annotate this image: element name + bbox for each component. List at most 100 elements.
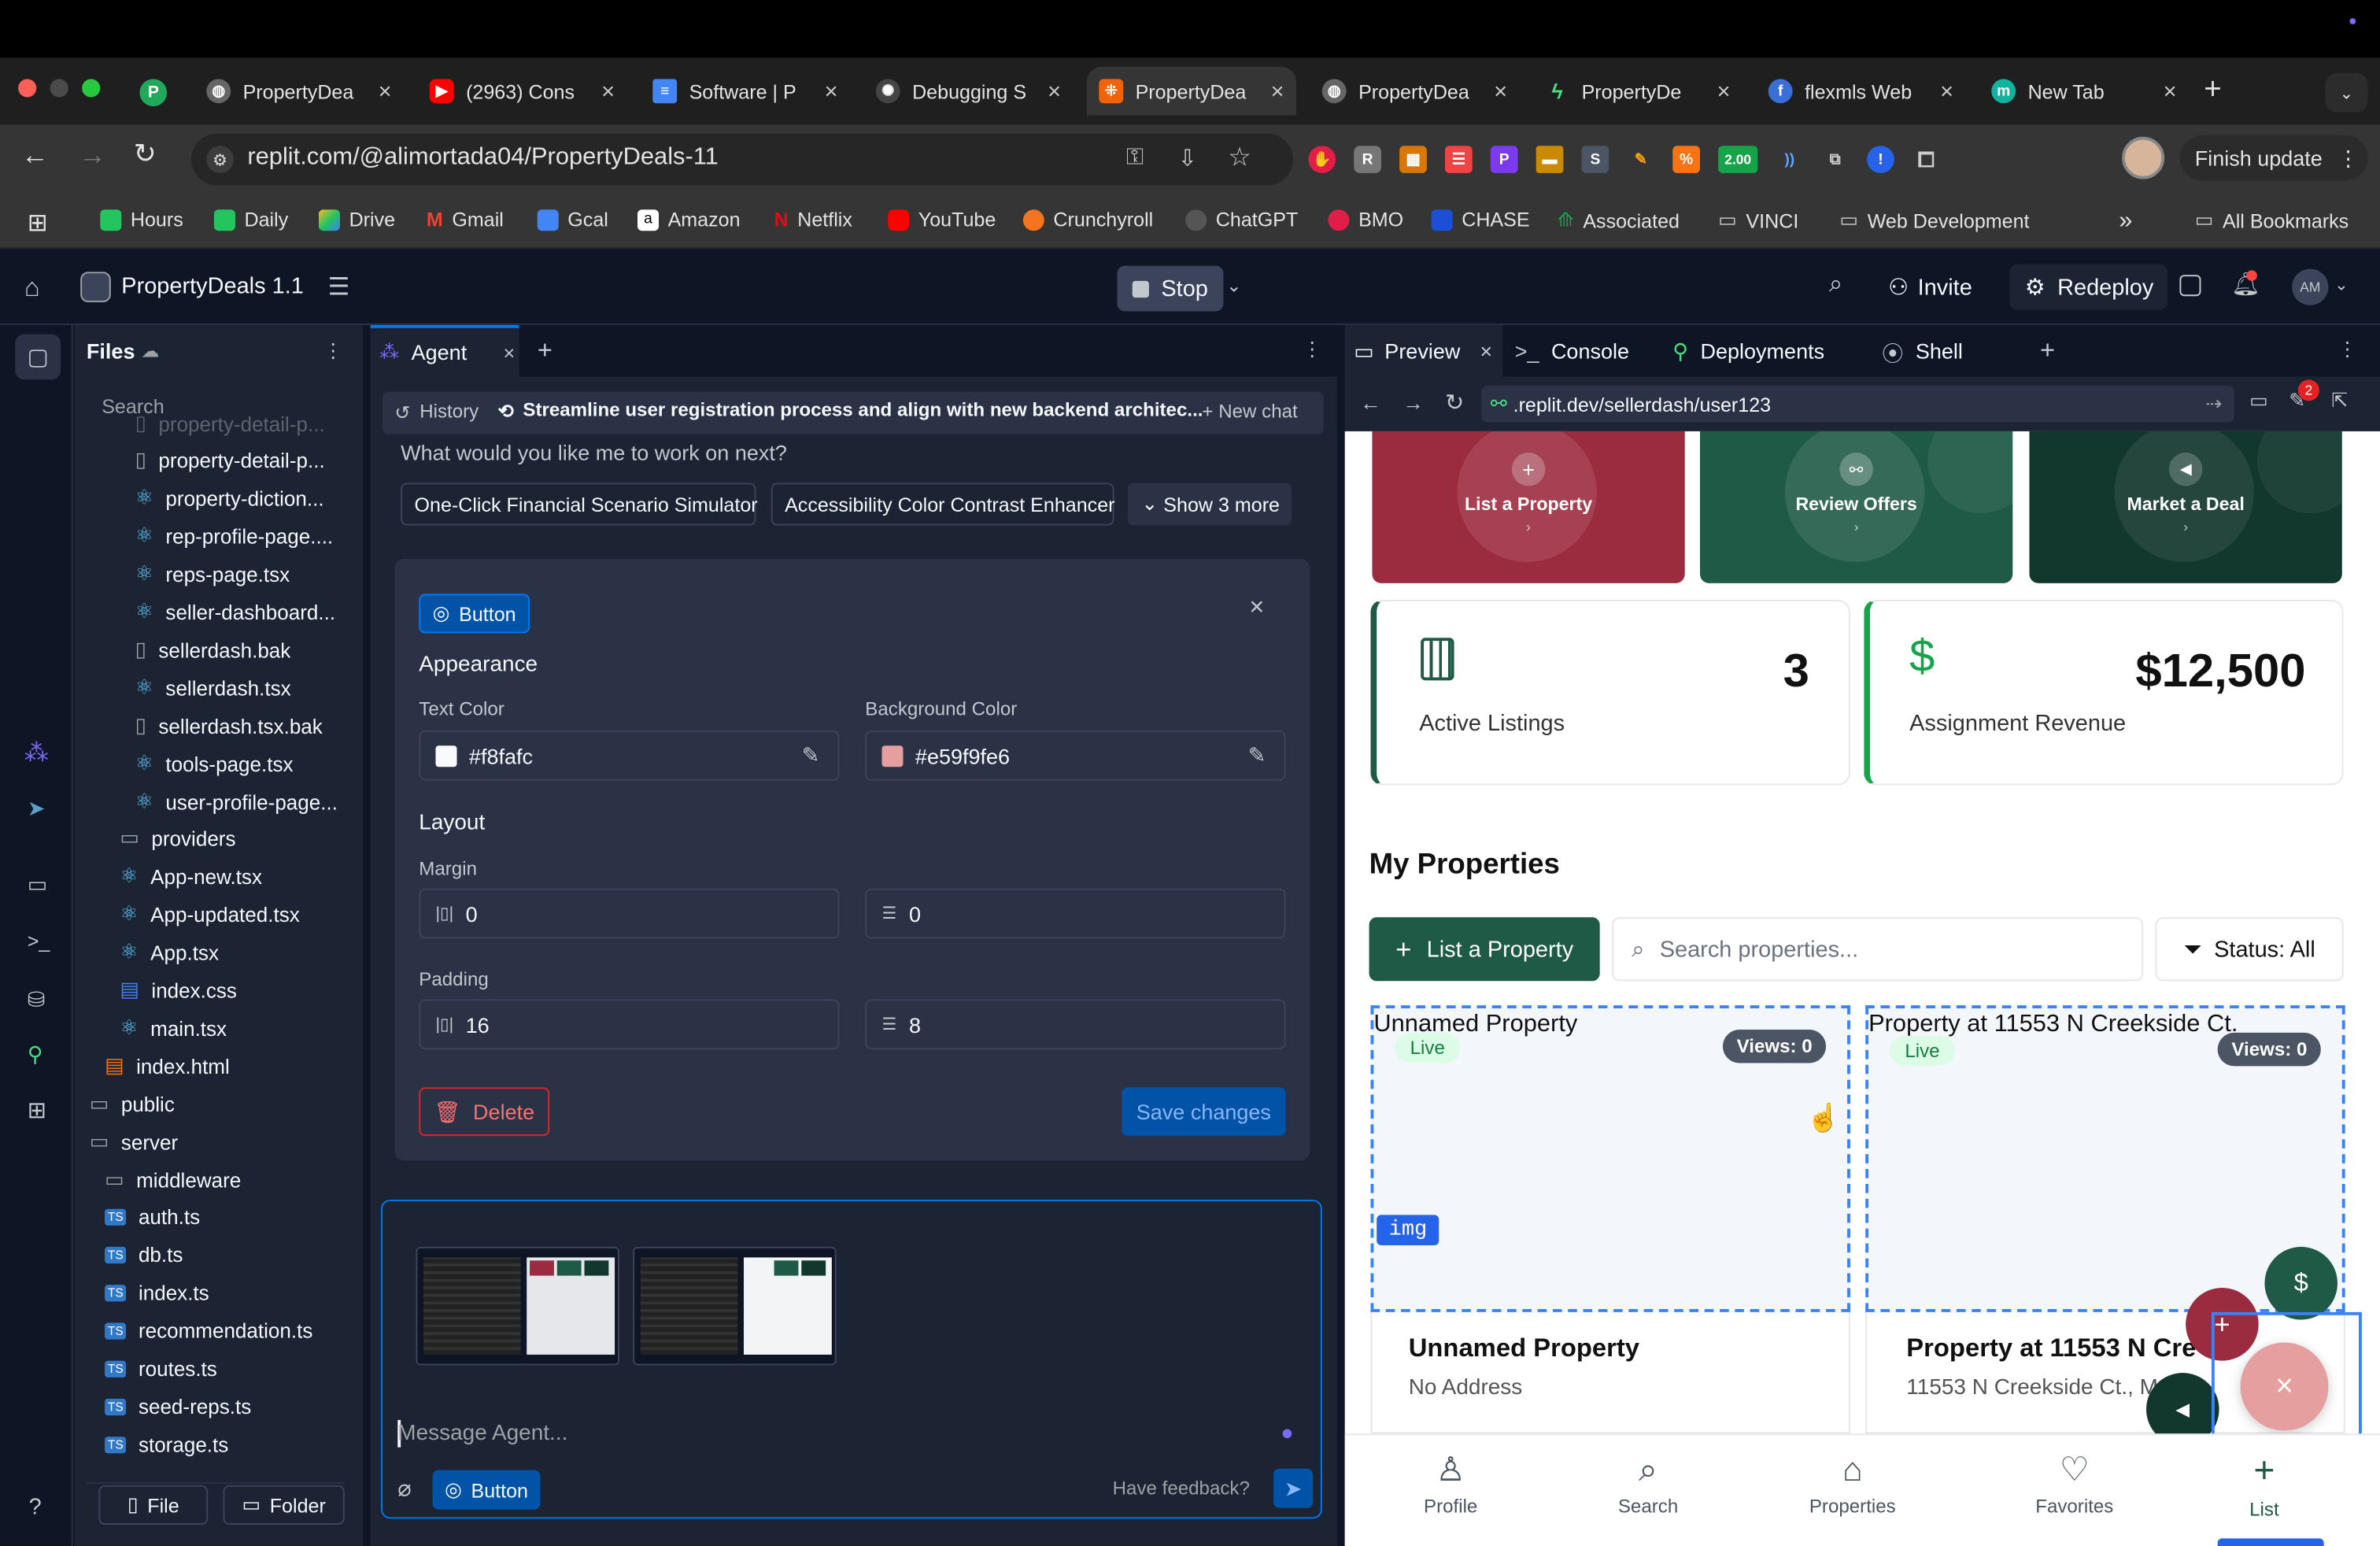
all-bookmarks[interactable]: ▭ All Bookmarks bbox=[2195, 208, 2349, 232]
forward-icon[interactable]: → bbox=[1402, 390, 1424, 415]
delete-button[interactable]: 🗑︎ Delete bbox=[419, 1087, 550, 1137]
devices-icon[interactable]: ▭ bbox=[2249, 389, 2268, 413]
extension-icon[interactable]: ☰ bbox=[1444, 146, 1473, 173]
file-item[interactable]: TS seed-reps.ts bbox=[105, 1396, 251, 1418]
tab-propertydeals-active[interactable]: ⁜ PropertyDea × bbox=[1086, 66, 1296, 116]
tab-console[interactable]: >_ Console bbox=[1515, 338, 1629, 363]
eyedropper-icon[interactable]: ✎ bbox=[1248, 742, 1266, 768]
folder-item[interactable]: ▭ public bbox=[90, 1092, 175, 1116]
tab-new-tab[interactable]: m New Tab × bbox=[1979, 67, 2189, 116]
extension-icon[interactable]: ▦ bbox=[1399, 146, 1427, 173]
close-tab-icon[interactable]: × bbox=[1717, 78, 1731, 104]
more-vertical-icon[interactable]: ⋮ bbox=[323, 338, 343, 363]
close-window-button[interactable] bbox=[18, 79, 37, 98]
site-info-icon[interactable]: ⚙ bbox=[206, 146, 234, 173]
bookmark-chatgpt[interactable]: ChatGPT bbox=[1185, 208, 1298, 231]
file-item[interactable]: TS recommendation.ts bbox=[105, 1320, 312, 1342]
bookmark-folder-webdev[interactable]: ▭ Web Development bbox=[1839, 208, 2029, 232]
file-item[interactable]: ⚛ main.tsx bbox=[120, 1016, 227, 1041]
folder-item[interactable]: ▭ server bbox=[90, 1130, 178, 1154]
bookmark-crunchyroll[interactable]: Crunchyroll bbox=[1022, 208, 1153, 231]
zoom-window-button[interactable] bbox=[82, 79, 101, 98]
tab-flexmls[interactable]: f flexmls Web × bbox=[1756, 67, 1965, 116]
chevron-down-icon[interactable]: ⌄ bbox=[1226, 275, 1241, 296]
apps-grid-icon[interactable]: ⊞ bbox=[28, 208, 48, 239]
extension-icon[interactable]: ⧉ bbox=[1821, 146, 1849, 173]
bookmark-youtube[interactable]: YouTube bbox=[888, 208, 996, 231]
forward-icon[interactable]: → bbox=[79, 139, 106, 172]
chevron-down-icon[interactable]: ⌄ bbox=[2334, 275, 2349, 294]
help-icon[interactable]: ? bbox=[29, 1494, 42, 1520]
tab-preview[interactable]: ▭ Preview × bbox=[1344, 324, 1503, 377]
arrow-right-icon[interactable]: ⇢ bbox=[2205, 392, 2222, 416]
extension-badge[interactable]: 2.00 bbox=[1718, 146, 1758, 173]
nav-search[interactable]: ⌕ Search bbox=[1618, 1450, 1678, 1517]
project-menu-icon[interactable]: ☰ bbox=[328, 272, 350, 302]
nav-profile[interactable]: ♙ Profile bbox=[1424, 1450, 1477, 1517]
database-icon[interactable]: ⛁ bbox=[28, 987, 46, 1013]
reload-icon[interactable]: ↻ bbox=[134, 139, 157, 171]
file-item[interactable]: TS index.ts bbox=[105, 1282, 209, 1304]
reload-icon[interactable]: ↻ bbox=[1445, 389, 1464, 416]
file-item[interactable]: ⚛ property-diction... bbox=[135, 486, 324, 510]
listing-image[interactable]: Unnamed Property Live Views: 0 img bbox=[1370, 1005, 1850, 1312]
new-file-button[interactable]: ▯ File bbox=[98, 1485, 209, 1525]
invite-button[interactable]: ⚇ Invite bbox=[1876, 264, 1998, 310]
all-tools-icon[interactable]: ⊞ bbox=[28, 1097, 46, 1124]
open-external-icon[interactable]: ⇱ bbox=[2331, 389, 2348, 413]
password-key-icon[interactable]: ⚿ bbox=[1126, 144, 1144, 170]
bg-color-input[interactable]: #e59f9fe6 ✎ bbox=[865, 730, 1286, 781]
padding-x-input[interactable]: |▯| 16 bbox=[419, 999, 840, 1050]
margin-x-input[interactable]: |▯| 0 bbox=[419, 888, 840, 939]
thread-title[interactable]: ⟲ Streamline user registration process an… bbox=[498, 399, 1203, 422]
fab-revenue-button[interactable]: $ bbox=[2264, 1246, 2338, 1320]
close-editor-button[interactable]: × bbox=[1249, 592, 1264, 623]
file-item[interactable]: ▤ index.html bbox=[105, 1054, 230, 1078]
attachment-thumbnail[interactable] bbox=[633, 1246, 837, 1366]
puzzle-icon[interactable]: ⧠ bbox=[1912, 146, 1940, 173]
send-button[interactable]: ➤ bbox=[1273, 1468, 1314, 1508]
tab-propertydeals-1[interactable]: ◍ PropertyDea × bbox=[194, 67, 404, 116]
file-item[interactable]: ▯ sellerdash.tsx.bak bbox=[135, 714, 323, 738]
property-search-input[interactable]: ⌕ Search properties... bbox=[1612, 917, 2144, 982]
action-tile-offers[interactable]: ⚯ Review Offers › bbox=[1699, 431, 2013, 583]
file-item[interactable]: ⚛ App-new.tsx bbox=[120, 864, 262, 889]
bookmark-chase[interactable]: CHASE bbox=[1431, 208, 1530, 231]
extension-icon[interactable]: ! bbox=[1867, 146, 1894, 173]
folder-item[interactable]: ▭ providers bbox=[120, 827, 235, 851]
listing-title[interactable]: Property at 11553 N Cre bbox=[1906, 1333, 2196, 1364]
close-tab-icon[interactable]: × bbox=[1940, 78, 1953, 104]
close-tab-icon[interactable]: × bbox=[825, 78, 838, 104]
redeploy-button[interactable]: ⚙ Redeploy bbox=[2009, 264, 2168, 310]
bookmark-hours[interactable]: Hours bbox=[100, 208, 183, 231]
eyedropper-icon[interactable]: ✎ bbox=[802, 742, 820, 768]
project-name[interactable]: PropertyDeals 1.1 bbox=[121, 273, 304, 299]
extension-icon[interactable]: P bbox=[1490, 146, 1518, 173]
tab-agent[interactable]: ⁂ Agent × bbox=[370, 324, 519, 377]
file-item[interactable]: ⚛ App.tsx bbox=[120, 940, 219, 964]
message-input[interactable]: Message Agent... bbox=[397, 1422, 567, 1446]
bookmark-gcal[interactable]: Gcal bbox=[537, 208, 608, 231]
add-tab-icon[interactable]: + bbox=[2040, 335, 2055, 366]
new-folder-button[interactable]: ▭ Folder bbox=[223, 1485, 345, 1525]
back-icon[interactable]: ← bbox=[21, 139, 49, 172]
close-tab-icon[interactable]: × bbox=[379, 78, 392, 104]
file-item[interactable]: ▯ sellerdash.bak bbox=[135, 638, 291, 662]
search-icon[interactable]: ⌕ bbox=[1829, 272, 1842, 299]
suggestion-chip[interactable]: One-Click Financial Scenario Simulator bbox=[401, 483, 758, 526]
back-icon[interactable]: ← bbox=[1360, 390, 1381, 415]
show-more-button[interactable]: ⌄ Show 3 more bbox=[1127, 483, 1292, 526]
tab-deployments[interactable]: ⚲ Deployments bbox=[1672, 338, 1824, 364]
action-tile-list[interactable]: + List a Property › bbox=[1372, 431, 1685, 583]
attachment-thumbnail[interactable] bbox=[416, 1246, 619, 1366]
context-chip[interactable]: ◎ Button bbox=[432, 1470, 541, 1510]
file-item[interactable]: ⚛ sellerdash.tsx bbox=[135, 676, 291, 701]
file-item[interactable]: ⚛ user-profile-page... bbox=[135, 790, 338, 814]
history-button[interactable]: ↺ History bbox=[394, 401, 479, 423]
file-item[interactable]: ▤ index.css bbox=[120, 978, 237, 1002]
close-tab-icon[interactable]: × bbox=[1271, 78, 1284, 104]
fab-close-button[interactable]: × bbox=[2240, 1342, 2329, 1431]
close-tab-icon[interactable]: × bbox=[1494, 78, 1507, 104]
stop-button[interactable]: Stop bbox=[1117, 265, 1224, 312]
bookmark-netflix[interactable]: N Netflix bbox=[774, 208, 852, 231]
